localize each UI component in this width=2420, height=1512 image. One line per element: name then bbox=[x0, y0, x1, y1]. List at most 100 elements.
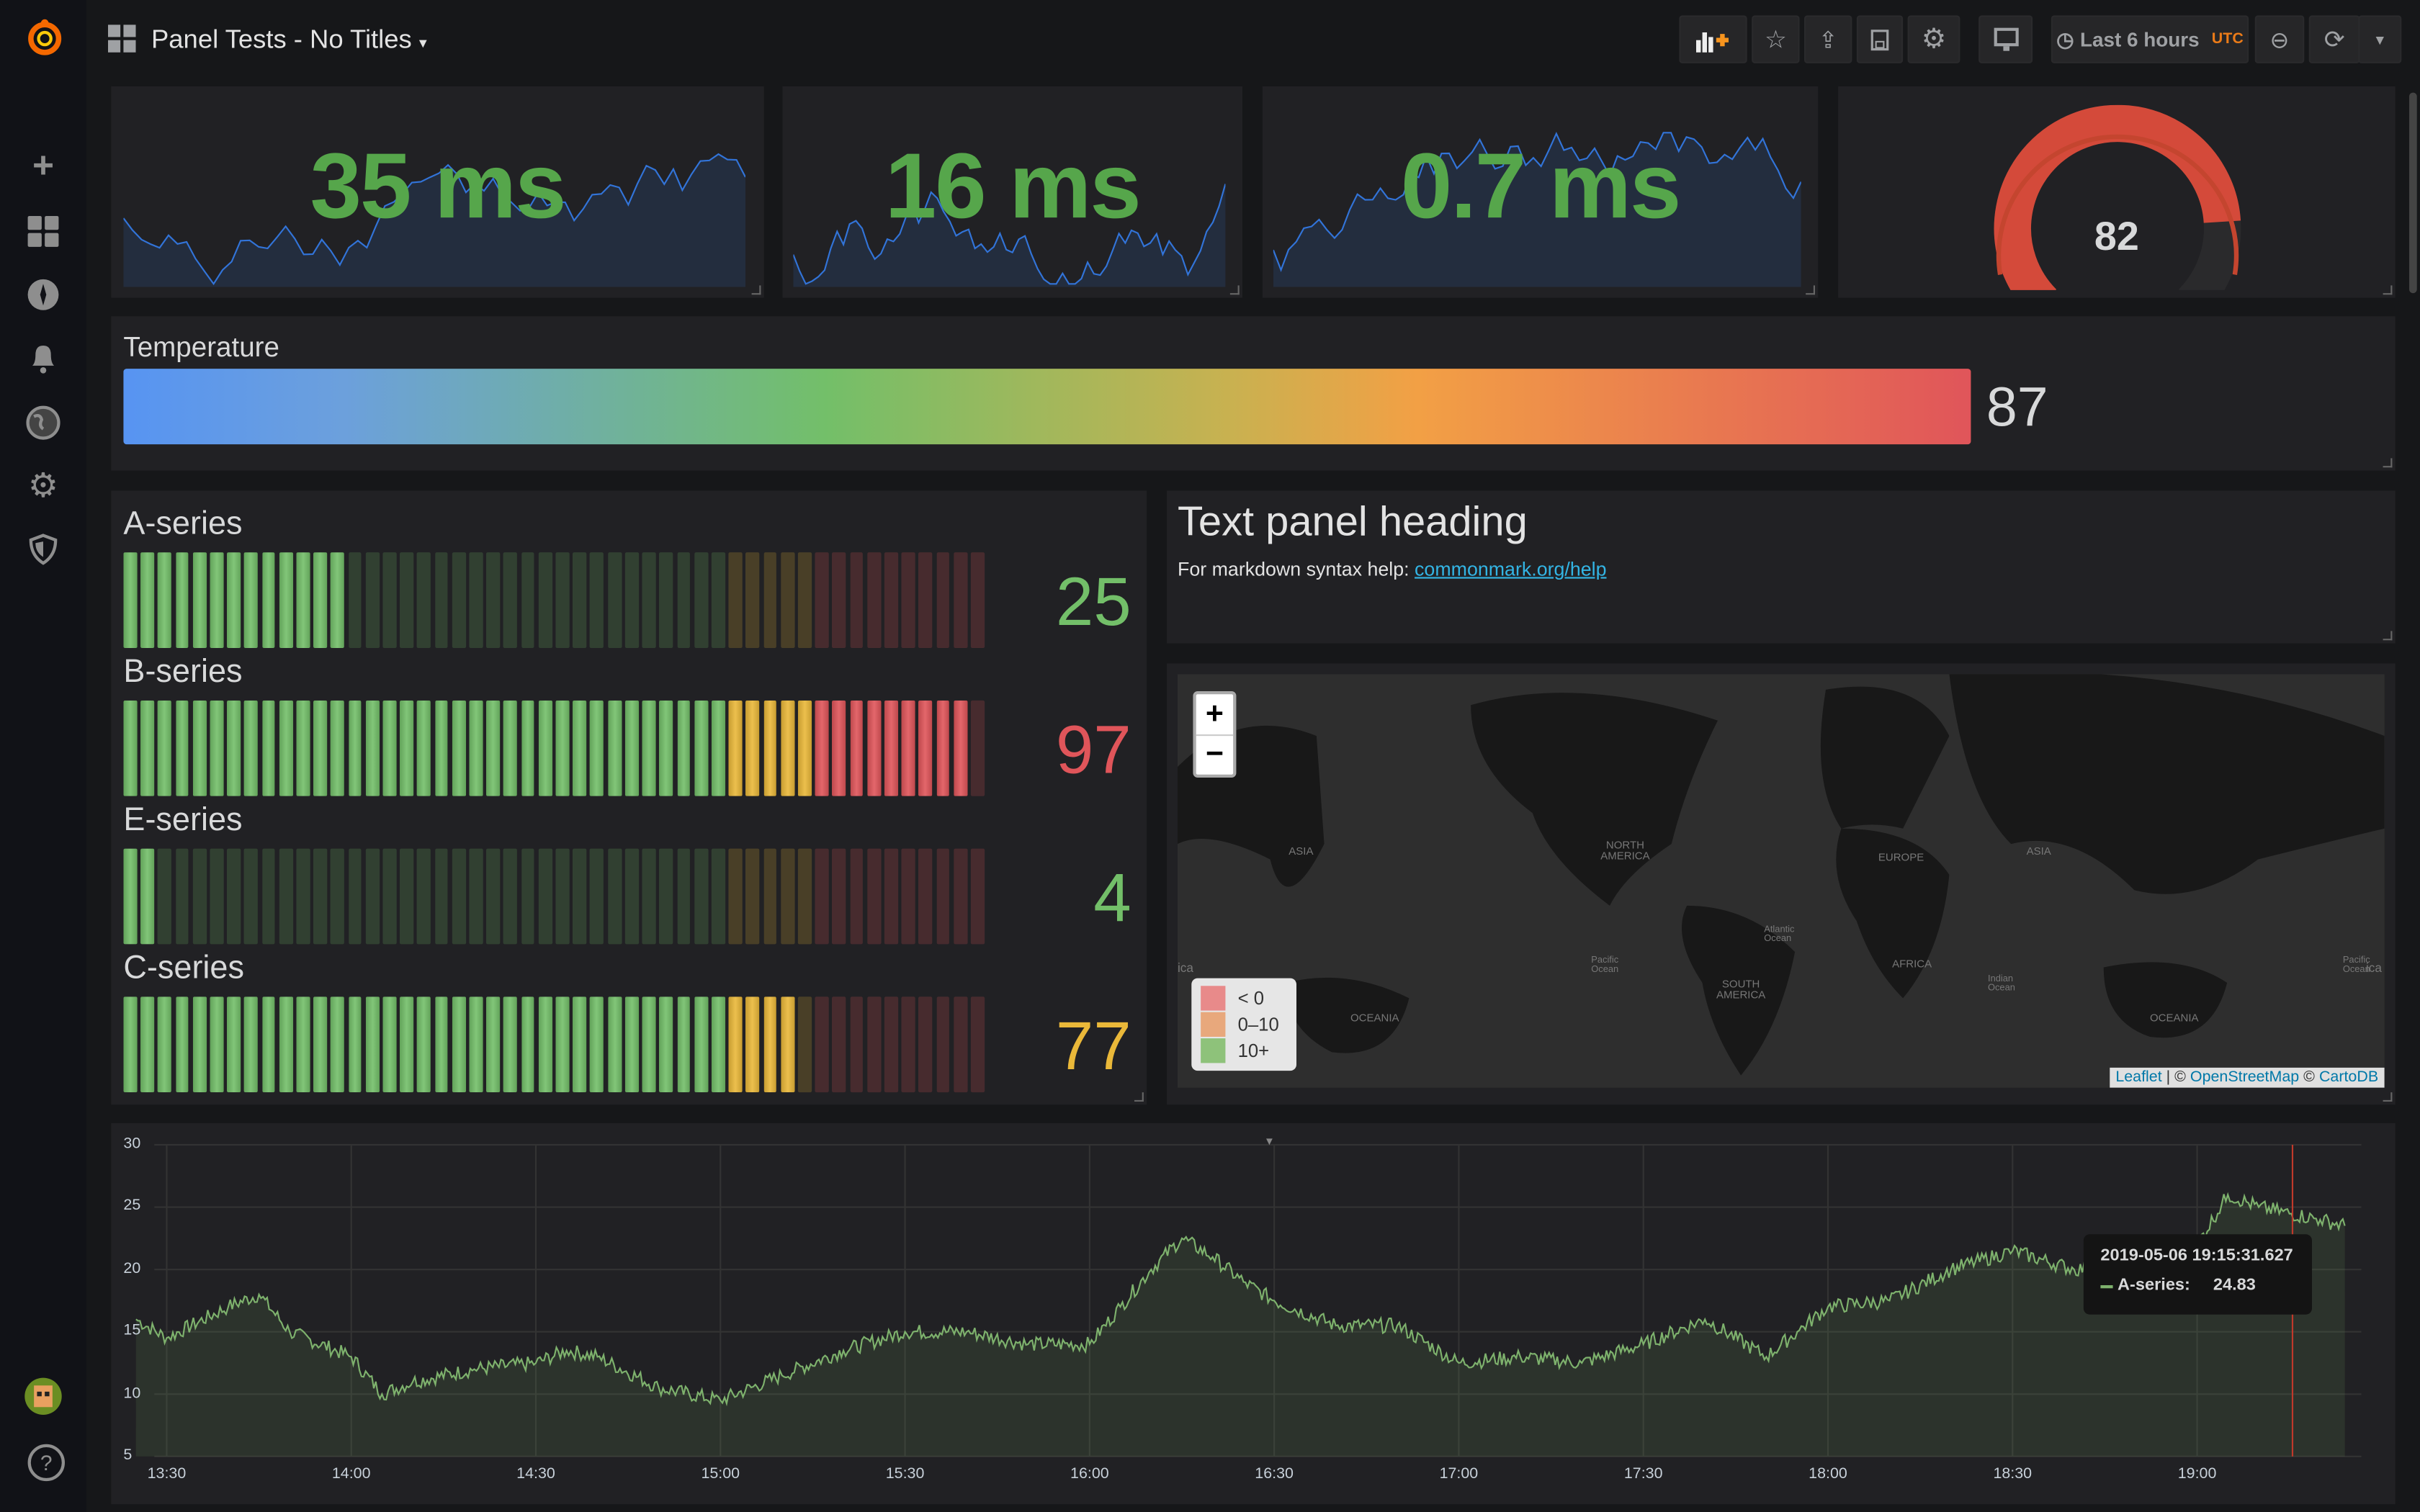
bar-gauge-cell bbox=[365, 552, 380, 648]
bar-gauge-cell bbox=[607, 552, 622, 648]
page-scrollbar[interactable] bbox=[2409, 92, 2417, 294]
dashboard-title: Panel Tests - No Titles bbox=[151, 24, 412, 54]
temperature-bar-gauge-panel[interactable]: Temperature 87 bbox=[111, 316, 2396, 471]
bar-gauge-cell bbox=[331, 848, 345, 945]
save-button[interactable] bbox=[1856, 15, 1904, 63]
bar-gauge-cell bbox=[296, 700, 310, 796]
globe-icon[interactable] bbox=[24, 404, 61, 441]
bar-gauge-cell bbox=[953, 848, 967, 945]
stat-panel[interactable]: 0.7 ms bbox=[1262, 86, 1819, 298]
bar-gauge-cell bbox=[486, 996, 501, 1093]
bar-gauge-cell bbox=[521, 848, 535, 945]
y-tick-label: 5 bbox=[123, 1446, 133, 1464]
dashboard-title-picker[interactable]: Panel Tests - No Titles ▾ bbox=[151, 24, 427, 55]
bar-gauge-cell bbox=[123, 552, 138, 648]
bar-gauge-cell bbox=[227, 552, 241, 648]
avatar[interactable] bbox=[24, 1377, 62, 1415]
bar-gauge-cells bbox=[123, 552, 985, 648]
annotation-marker-icon[interactable]: ▼ bbox=[1264, 1137, 1275, 1148]
bar-gauge-cell bbox=[849, 996, 864, 1093]
bar-gauge-panel[interactable]: A-series 25 B-series 97 E-series 4 C-series 77 bbox=[111, 490, 1147, 1105]
bar-gauge-cell bbox=[538, 700, 552, 796]
bar-gauge-cell bbox=[590, 552, 604, 648]
plus-icon[interactable]: + bbox=[24, 148, 61, 185]
zoom-out-button[interactable]: − bbox=[1196, 736, 1233, 776]
bar-gauge-cell bbox=[417, 848, 431, 945]
bar-gauge-cell bbox=[486, 848, 501, 945]
openstreetmap-link[interactable]: OpenStreetMap bbox=[2190, 1069, 2299, 1086]
settings-button[interactable]: ⚙ bbox=[1907, 15, 1960, 63]
x-tick-label: 19:00 bbox=[2177, 1465, 2217, 1483]
zoom-out-icon: ⊖ bbox=[2269, 27, 2290, 53]
help-icon[interactable]: ? bbox=[27, 1444, 65, 1482]
bar-gauge-cell bbox=[849, 848, 864, 945]
zoom-in-button[interactable]: + bbox=[1196, 694, 1234, 737]
refresh-interval-dropdown[interactable]: ▼ bbox=[2358, 15, 2402, 63]
time-range-picker[interactable]: ◷ Last 6 hours UTC bbox=[2051, 15, 2249, 63]
bar-gauge-cell bbox=[175, 700, 189, 796]
stat-panel[interactable]: 35 ms bbox=[111, 86, 764, 298]
zoom-out-button[interactable]: ⊖ bbox=[2254, 15, 2305, 63]
alerting-bell-icon[interactable] bbox=[24, 341, 61, 378]
bar-gauge-cell bbox=[832, 996, 846, 1093]
bar-gauge-cell bbox=[676, 996, 691, 1093]
graph-tooltip: 2019-05-06 19:15:31.627 A-series: 24.83 bbox=[2083, 1234, 2312, 1315]
explore-compass-icon[interactable] bbox=[24, 278, 61, 315]
worldmap-panel[interactable]: Asia North America Europe Asia Africa So… bbox=[1167, 663, 2396, 1105]
bar-gauge-cell bbox=[261, 700, 276, 796]
bar-gauge-cell bbox=[452, 700, 466, 796]
bar-gauge-cell bbox=[763, 552, 777, 648]
bar-gauge-cell bbox=[434, 996, 449, 1093]
map-label: ica bbox=[2366, 961, 2382, 976]
time-series-chart[interactable] bbox=[111, 1123, 2395, 1504]
bar-gauge-cell bbox=[538, 552, 552, 648]
bar-gauge-cell bbox=[486, 700, 501, 796]
stat-panel[interactable]: 16 ms bbox=[782, 86, 1242, 298]
bar-gauge-cell bbox=[175, 996, 189, 1093]
bar-gauge-label: E-series bbox=[123, 802, 243, 838]
bar-gauge-cell bbox=[711, 700, 725, 796]
bar-gauge-cell bbox=[728, 996, 743, 1093]
settings-gear-icon: ⚙ bbox=[1921, 23, 1947, 54]
text-panel[interactable]: Text panel heading For markdown syntax h… bbox=[1167, 490, 2396, 644]
dashboards-icon[interactable] bbox=[24, 215, 61, 251]
dashboards-icon bbox=[108, 24, 136, 60]
bar-gauge-cell bbox=[400, 552, 414, 648]
map-canvas[interactable]: Asia North America Europe Asia Africa So… bbox=[1178, 674, 2385, 1088]
x-tick-label: 16:30 bbox=[1255, 1465, 1294, 1483]
bar-gauge-cell bbox=[936, 848, 950, 945]
tv-mode-button[interactable] bbox=[1978, 15, 2033, 63]
series-color-swatch bbox=[2100, 1285, 2113, 1289]
leaflet-link[interactable]: Leaflet bbox=[2115, 1069, 2161, 1086]
graph-panel[interactable]: ▼ 2019-05-06 19:15:31.627 A-series: 24.8… bbox=[111, 1123, 2396, 1505]
bar-gauge-cells bbox=[123, 848, 985, 945]
legend-swatch bbox=[1201, 1038, 1226, 1063]
bar-gauge-cell bbox=[832, 848, 846, 945]
text-panel-heading: Text panel heading bbox=[1178, 498, 1528, 545]
sidebar: + ⚙ ? bbox=[0, 0, 86, 1512]
x-tick-label: 15:30 bbox=[885, 1465, 925, 1483]
bar-gauge-cells bbox=[123, 700, 985, 796]
gauge-panel[interactable]: 82 bbox=[1838, 86, 2396, 298]
refresh-button[interactable]: ⟳ bbox=[2308, 15, 2360, 63]
bar-gauge-cell bbox=[469, 848, 483, 945]
legend-swatch bbox=[1201, 1011, 1226, 1036]
stat-value: 0.7 ms bbox=[1400, 134, 1682, 238]
map-label: Atlantic Ocean bbox=[1764, 925, 1795, 945]
bar-gauge-cell bbox=[261, 552, 276, 648]
bar-gauge-cell bbox=[573, 700, 587, 796]
bar-gauge-cell bbox=[573, 552, 587, 648]
star-button[interactable]: ☆ bbox=[1752, 15, 1800, 63]
share-button[interactable]: ⇪ bbox=[1804, 15, 1852, 63]
legend-swatch bbox=[1201, 985, 1226, 1010]
shield-icon[interactable] bbox=[24, 532, 61, 569]
grafana-logo-icon[interactable] bbox=[24, 19, 62, 55]
cartodb-link[interactable]: CartoDB bbox=[2319, 1069, 2378, 1086]
bar-gauge-label: B-series bbox=[123, 654, 243, 690]
bar-gauge-cell bbox=[175, 552, 189, 648]
commonmark-link[interactable]: commonmark.org/help bbox=[1415, 559, 1606, 580]
bar-gauge-cell bbox=[832, 552, 846, 648]
bar-gauge-cell bbox=[624, 552, 639, 648]
add-panel-button[interactable] bbox=[1679, 15, 1747, 63]
gear-icon[interactable]: ⚙ bbox=[24, 467, 61, 504]
